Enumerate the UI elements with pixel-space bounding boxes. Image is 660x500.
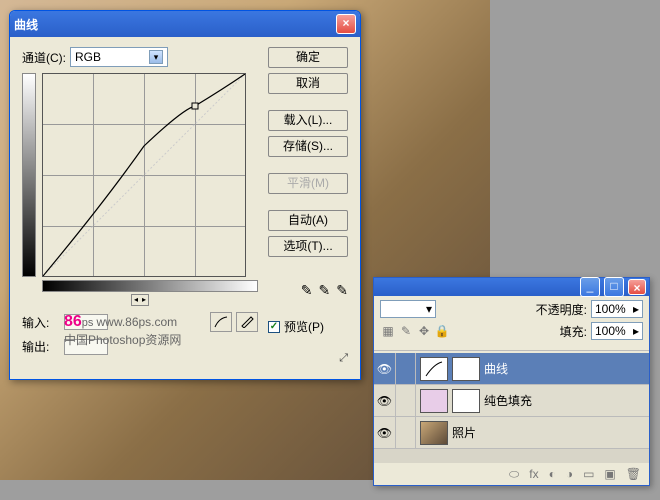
layer-mask-icon[interactable]: ◐ <box>549 467 556 481</box>
close-icon[interactable]: × <box>628 279 646 295</box>
curve-line[interactable] <box>43 74 245 276</box>
visibility-icon[interactable]: 👁 <box>374 417 396 448</box>
layer-name[interactable]: 照片 <box>452 424 476 441</box>
layer-name[interactable]: 纯色填充 <box>484 392 532 409</box>
layers-titlebar[interactable]: _ □ × <box>374 278 649 296</box>
chevron-right-icon: ▸ <box>633 324 639 338</box>
channel-select[interactable]: RGB ▾ <box>70 47 168 67</box>
pencil-tool-icon[interactable] <box>236 312 258 332</box>
lock-paint-icon: ✎ <box>398 323 414 339</box>
layer-thumb[interactable] <box>420 421 448 445</box>
lock-all-icon: 🔒 <box>434 323 450 339</box>
dialog-titlebar[interactable]: 曲线 × <box>10 11 360 37</box>
curves-grid[interactable] <box>42 73 246 277</box>
layer-row[interactable]: 👁 纯色填充 <box>374 385 649 417</box>
output-label: 输出: <box>22 338 58 355</box>
channel-label: 通道(C): <box>22 49 66 66</box>
layer-mask[interactable] <box>452 357 480 381</box>
channel-value: RGB <box>75 50 101 64</box>
smooth-button: 平滑(M) <box>268 173 348 194</box>
eyedropper-gray-icon[interactable]: ✎ <box>319 282 331 299</box>
load-button[interactable]: 载入(L)... <box>268 110 348 131</box>
lock-move-icon: ✥ <box>416 323 432 339</box>
output-gradient <box>22 73 36 277</box>
preview-checkbox[interactable]: ✓ <box>268 321 280 333</box>
dialog-title: 曲线 <box>14 16 38 33</box>
layer-list: 👁 曲线 👁 纯色填充 👁 照片 <box>374 353 649 463</box>
opacity-label: 不透明度: <box>536 301 587 318</box>
chevron-right-icon: ▸ <box>633 302 639 316</box>
minimize-icon[interactable]: _ <box>580 277 600 297</box>
visibility-icon[interactable]: 👁 <box>374 385 396 416</box>
layers-panel: _ □ × ▾ 不透明度: 100%▸ ▦ ✎ ✥ 🔒 填充: 100%▸ 👁 <box>373 277 650 486</box>
layer-row[interactable]: 👁 曲线 <box>374 353 649 385</box>
blend-mode-select[interactable]: ▾ <box>380 300 436 318</box>
input-gradient <box>42 280 258 292</box>
visibility-icon[interactable]: 👁 <box>374 353 396 384</box>
layer-name[interactable]: 曲线 <box>484 360 508 377</box>
curves-dialog: 曲线 × 通道(C): RGB ▾ <box>9 10 361 380</box>
options-button[interactable]: 选项(T)... <box>268 236 348 257</box>
ok-button[interactable]: 确定 <box>268 47 348 68</box>
adjustment-layer-icon[interactable]: ◑ <box>566 467 573 481</box>
delete-layer-icon[interactable]: 🗑 <box>626 467 641 481</box>
watermark: 86ps www.86ps.com 中国Photoshop资源网 <box>64 313 181 348</box>
expand-icon[interactable]: ⤢ <box>268 352 348 365</box>
layer-row[interactable]: 👁 照片 <box>374 417 649 449</box>
eyedropper-black-icon[interactable]: ✎ <box>301 282 313 299</box>
group-icon[interactable]: ▭ <box>583 467 594 481</box>
chevron-down-icon: ▾ <box>149 50 163 64</box>
link-cell[interactable] <box>396 417 416 448</box>
layer-mask[interactable] <box>452 389 480 413</box>
maximize-icon[interactable]: □ <box>604 277 624 297</box>
layer-style-icon[interactable]: fx <box>529 467 538 481</box>
lock-icons[interactable]: ▦ ✎ ✥ 🔒 <box>380 323 450 339</box>
lock-transparent-icon: ▦ <box>380 323 396 339</box>
fill-label: 填充: <box>560 323 587 340</box>
curve-tool-icon[interactable] <box>210 312 232 332</box>
save-button[interactable]: 存储(S)... <box>268 136 348 157</box>
input-label: 输入: <box>22 314 58 331</box>
new-layer-icon[interactable]: ▣ <box>604 467 615 481</box>
cancel-button[interactable]: 取消 <box>268 73 348 94</box>
opacity-input[interactable]: 100%▸ <box>591 300 643 318</box>
auto-button[interactable]: 自动(A) <box>268 210 348 231</box>
layer-thumb[interactable] <box>420 357 448 381</box>
close-icon[interactable]: × <box>336 14 356 34</box>
link-layers-icon[interactable]: ⬭ <box>509 467 519 482</box>
eyedropper-white-icon[interactable]: ✎ <box>336 282 348 299</box>
grid-size-toggle[interactable]: ◂▸ <box>131 294 149 306</box>
fill-input[interactable]: 100%▸ <box>591 322 643 340</box>
link-cell[interactable] <box>396 353 416 384</box>
layer-thumb[interactable] <box>420 389 448 413</box>
layers-footer: ⬭ fx ◐ ◑ ▭ ▣ 🗑 <box>374 463 649 485</box>
preview-label: 预览(P) <box>284 318 324 335</box>
chevron-down-icon: ▾ <box>426 302 432 316</box>
link-cell[interactable] <box>396 385 416 416</box>
